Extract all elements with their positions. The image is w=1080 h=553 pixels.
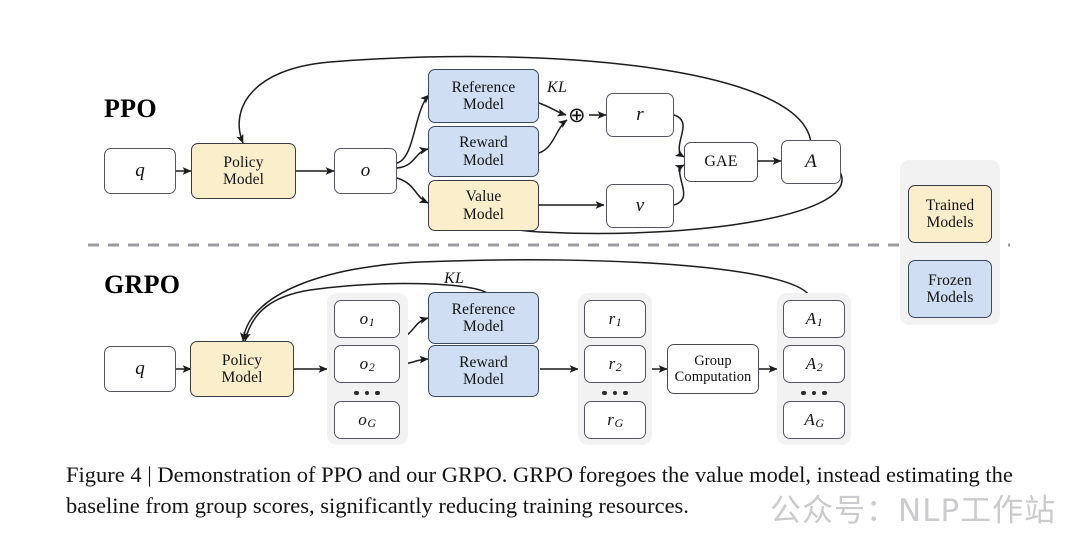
ppo-policy-model-node: Policy Model — [191, 143, 296, 199]
ppo-gae-node: GAE — [684, 142, 758, 182]
grpo-output-sub: 1 — [368, 315, 375, 330]
ppo-reward-model-node: Reward Model — [428, 126, 539, 177]
ppo-reference-model-node: Reference Model — [428, 69, 539, 123]
grpo-group-computation-node: Group Computation — [667, 344, 759, 394]
grpo-advantage-sub: 2 — [816, 360, 823, 375]
grpo-output-sub: G — [367, 416, 377, 431]
grpo-reward-base: r — [607, 410, 614, 430]
legend-trained-label: Trained Models — [925, 196, 975, 231]
ppo-policy-model-label: Policy Model — [223, 153, 264, 188]
grpo-output-ellipsis — [334, 385, 400, 401]
grpo-output-item: o2 — [334, 345, 400, 383]
legend-frozen-label: Frozen Models — [926, 271, 974, 306]
grpo-policy-model-label: Policy Model — [221, 351, 263, 386]
grpo-reward-base: r — [608, 309, 616, 329]
grpo-advantage-base: A — [805, 309, 817, 329]
grpo-reward-model-node: Reward Model — [428, 345, 539, 397]
ppo-reference-model-label: Reference Model — [451, 78, 516, 113]
ppo-output-node: o — [334, 148, 397, 194]
grpo-advantage-sub: G — [815, 416, 825, 431]
grpo-reference-model-node: Reference Model — [428, 292, 539, 344]
grpo-query-node: q — [104, 346, 176, 392]
grpo-reward-item: r1 — [584, 300, 646, 338]
grpo-advantage-item: AG — [783, 401, 845, 439]
grpo-reference-model-label: Reference Model — [451, 300, 516, 335]
grpo-reward-base: r — [608, 354, 616, 374]
grpo-advantage-base: A — [805, 354, 817, 374]
ppo-reward-model-label: Reward Model — [459, 134, 508, 169]
grpo-output-base: o — [359, 354, 369, 374]
ppo-value-model-node: Value Model — [428, 180, 539, 231]
legend-frozen-swatch: Frozen Models — [908, 260, 992, 318]
grpo-advantage-item: A2 — [783, 345, 845, 383]
grpo-output-item: o1 — [334, 300, 400, 338]
grpo-output-base: o — [358, 410, 367, 430]
ppo-advantage-node: A — [781, 140, 841, 184]
legend-trained-swatch: Trained Models — [908, 185, 992, 243]
figure-canvas: PPO q Policy Model o Reference Model Rew… — [0, 0, 1080, 553]
plus-operator-icon: ⊕ — [568, 103, 586, 127]
ppo-kl-label: KL — [547, 79, 568, 96]
grpo-output-item: oG — [334, 401, 400, 439]
ppo-value-node: v — [606, 184, 674, 228]
grpo-advantage-item: A1 — [783, 300, 845, 338]
ppo-title: PPO — [104, 94, 157, 123]
grpo-reward-item: r2 — [584, 345, 646, 383]
grpo-advantage-ellipsis — [783, 385, 845, 401]
grpo-output-sub: 2 — [368, 360, 375, 375]
ppo-value-model-label: Value Model — [463, 188, 504, 223]
grpo-kl-label: KL — [444, 270, 465, 287]
grpo-advantage-base: A — [804, 410, 815, 430]
figure-caption: Figure 4 | Demonstration of PPO and our … — [66, 462, 1013, 519]
grpo-reward-item: rG — [584, 401, 646, 439]
grpo-reward-ellipsis — [584, 385, 646, 401]
grpo-reward-sub: G — [614, 416, 624, 431]
grpo-title: GRPO — [104, 270, 181, 299]
grpo-group-computation-label: Group Computation — [674, 352, 752, 385]
grpo-output-base: o — [359, 309, 369, 329]
grpo-advantage-sub: 1 — [816, 315, 823, 330]
grpo-reward-sub: 2 — [615, 360, 622, 375]
grpo-reward-model-label: Reward Model — [459, 353, 508, 388]
grpo-reward-sub: 1 — [615, 315, 622, 330]
grpo-policy-model-node: Policy Model — [190, 341, 294, 397]
ppo-reward-node: r — [606, 93, 674, 137]
ppo-query-node: q — [104, 148, 176, 194]
